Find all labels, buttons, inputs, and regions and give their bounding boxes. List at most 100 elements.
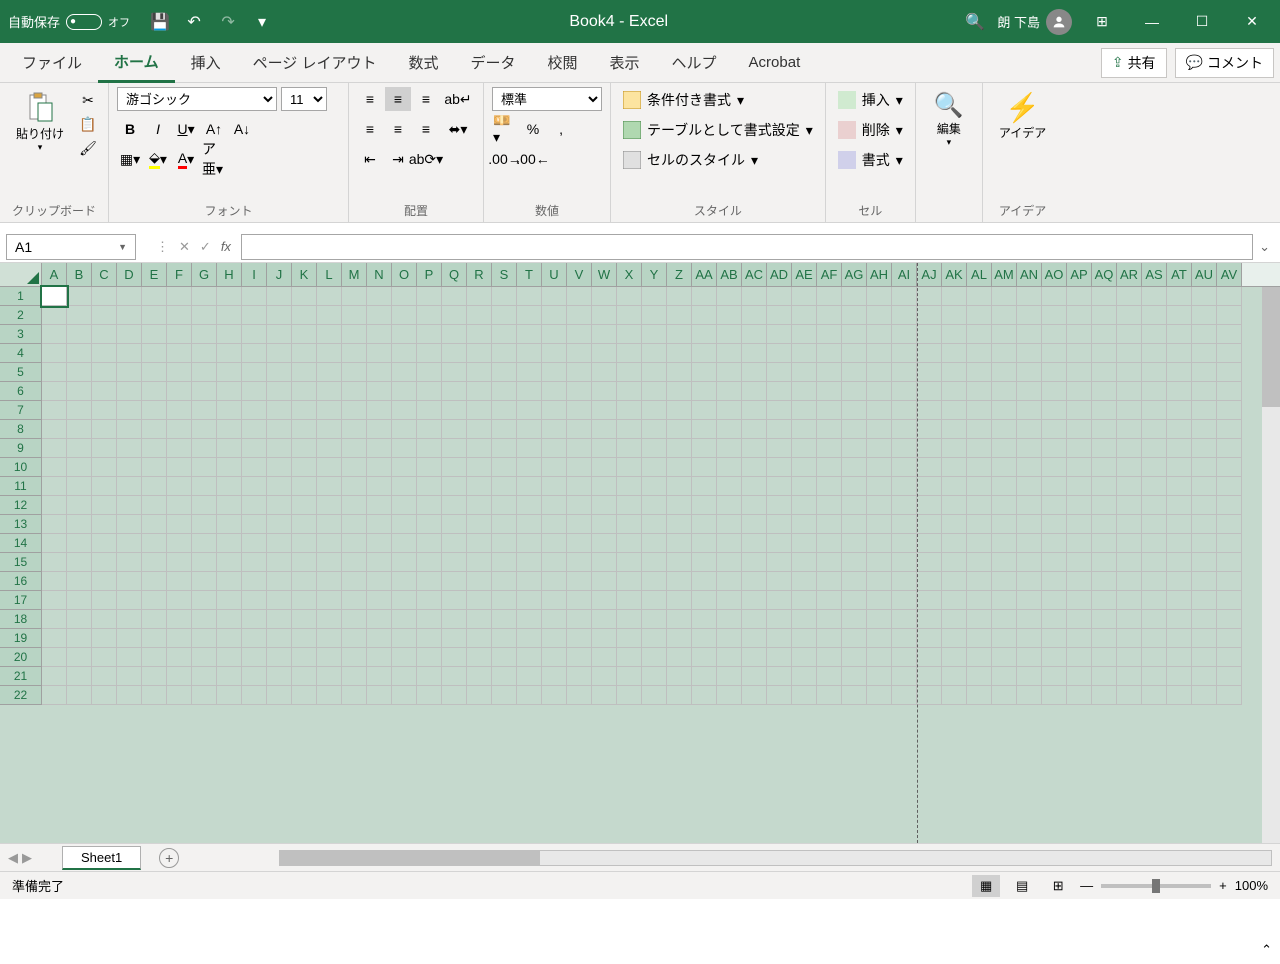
tab-insert[interactable]: 挿入 — [175, 44, 237, 81]
cell[interactable] — [817, 306, 842, 325]
cell[interactable] — [717, 363, 742, 382]
cell[interactable] — [342, 667, 367, 686]
sheet-tab[interactable]: Sheet1 — [62, 846, 141, 870]
cell[interactable] — [142, 496, 167, 515]
comma-icon[interactable]: , — [548, 117, 574, 141]
cell[interactable] — [417, 629, 442, 648]
cell[interactable] — [117, 477, 142, 496]
cell[interactable] — [892, 515, 917, 534]
cell[interactable] — [992, 420, 1017, 439]
cell[interactable] — [692, 591, 717, 610]
cell[interactable] — [767, 439, 792, 458]
cell[interactable] — [917, 572, 942, 591]
cell[interactable] — [467, 363, 492, 382]
column-header[interactable]: B — [67, 263, 92, 286]
cell[interactable] — [167, 667, 192, 686]
cell[interactable] — [67, 287, 92, 306]
cell[interactable] — [567, 306, 592, 325]
cell[interactable] — [792, 553, 817, 572]
cell[interactable] — [117, 420, 142, 439]
cell[interactable] — [1217, 572, 1242, 591]
cell[interactable] — [842, 306, 867, 325]
cell[interactable] — [1067, 420, 1092, 439]
column-header[interactable]: AQ — [1092, 263, 1117, 286]
cell[interactable] — [542, 686, 567, 705]
cell[interactable] — [967, 572, 992, 591]
cell[interactable] — [1217, 325, 1242, 344]
cell[interactable] — [1092, 496, 1117, 515]
font-size-select[interactable]: 11 — [281, 87, 327, 111]
cell[interactable] — [742, 686, 767, 705]
cell[interactable] — [542, 382, 567, 401]
cell[interactable] — [1067, 344, 1092, 363]
cell[interactable] — [1042, 553, 1067, 572]
cell[interactable] — [567, 420, 592, 439]
phonetic-icon[interactable]: ア亜▾ — [201, 147, 227, 171]
cell[interactable] — [667, 458, 692, 477]
cell[interactable] — [167, 686, 192, 705]
cell[interactable] — [892, 401, 917, 420]
cell[interactable] — [1192, 534, 1217, 553]
cell[interactable] — [392, 325, 417, 344]
cell[interactable] — [1167, 686, 1192, 705]
cell[interactable] — [367, 325, 392, 344]
merge-icon[interactable]: ⬌▾ — [441, 117, 475, 141]
cell[interactable] — [767, 610, 792, 629]
cell[interactable] — [767, 363, 792, 382]
cell[interactable] — [1217, 401, 1242, 420]
cell[interactable] — [492, 420, 517, 439]
cell[interactable] — [1192, 439, 1217, 458]
cell[interactable] — [1092, 534, 1117, 553]
cell[interactable] — [692, 382, 717, 401]
cell[interactable] — [1042, 686, 1067, 705]
cell[interactable] — [1167, 287, 1192, 306]
cell[interactable] — [1042, 629, 1067, 648]
cell[interactable] — [542, 477, 567, 496]
cell[interactable] — [792, 629, 817, 648]
search-icon[interactable]: 🔍 — [963, 10, 987, 34]
cell[interactable] — [167, 534, 192, 553]
cell[interactable] — [367, 306, 392, 325]
cell[interactable] — [892, 629, 917, 648]
cell[interactable] — [717, 515, 742, 534]
cell[interactable] — [892, 648, 917, 667]
cell[interactable] — [542, 534, 567, 553]
cell[interactable] — [542, 648, 567, 667]
cell[interactable] — [1192, 420, 1217, 439]
cell[interactable] — [667, 534, 692, 553]
cell[interactable] — [592, 667, 617, 686]
cell[interactable] — [642, 439, 667, 458]
cell[interactable] — [417, 401, 442, 420]
cell[interactable] — [767, 648, 792, 667]
cell[interactable] — [1142, 306, 1167, 325]
row-header[interactable]: 2 — [0, 306, 42, 325]
cell[interactable] — [867, 306, 892, 325]
cell[interactable] — [967, 591, 992, 610]
cell[interactable] — [342, 344, 367, 363]
cell[interactable] — [742, 515, 767, 534]
cell[interactable] — [492, 287, 517, 306]
cell[interactable] — [242, 610, 267, 629]
cell[interactable] — [117, 667, 142, 686]
cell[interactable] — [867, 610, 892, 629]
cell[interactable] — [192, 344, 217, 363]
cell[interactable] — [467, 667, 492, 686]
cell[interactable] — [842, 667, 867, 686]
cell[interactable] — [967, 667, 992, 686]
cell[interactable] — [1017, 515, 1042, 534]
cell[interactable] — [817, 667, 842, 686]
cell[interactable] — [917, 667, 942, 686]
cell[interactable] — [367, 591, 392, 610]
cell[interactable] — [992, 610, 1017, 629]
row-header[interactable]: 4 — [0, 344, 42, 363]
cell[interactable] — [1117, 629, 1142, 648]
cell[interactable] — [342, 515, 367, 534]
select-all-button[interactable] — [0, 263, 42, 286]
column-header[interactable]: L — [317, 263, 342, 286]
cell[interactable] — [192, 458, 217, 477]
cell[interactable] — [1067, 591, 1092, 610]
cell[interactable] — [1217, 648, 1242, 667]
cell[interactable] — [442, 363, 467, 382]
cell[interactable] — [217, 401, 242, 420]
cell[interactable] — [417, 382, 442, 401]
